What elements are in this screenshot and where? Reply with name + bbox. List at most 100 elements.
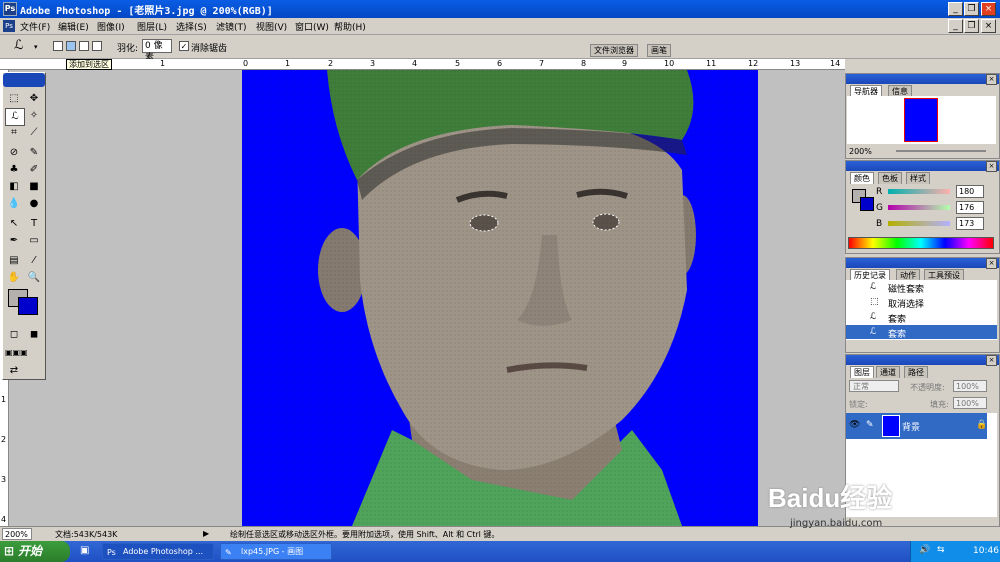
history-item[interactable]: ⬚ 取消选择	[846, 295, 997, 310]
ruler-tick: 2	[1, 435, 7, 444]
minimize-button[interactable]: _	[948, 2, 963, 16]
menu-view[interactable]: 视图(V)	[256, 20, 287, 33]
blur-icon[interactable]: 💧	[5, 196, 23, 212]
tab-file-browser[interactable]: 文件浏览器	[590, 44, 638, 57]
blend-mode-select[interactable]: 正常	[849, 380, 899, 392]
tab-swatches[interactable]: 色板	[878, 172, 902, 184]
menu-layer[interactable]: 图层(L)	[137, 20, 167, 33]
opacity-input[interactable]: 100%	[953, 380, 987, 392]
close-icon[interactable]: ×	[986, 355, 997, 366]
chevron-down-icon[interactable]: ▾	[34, 43, 38, 51]
blue-slider[interactable]	[888, 221, 950, 226]
green-slider[interactable]	[888, 205, 950, 210]
subtract-selection-icon[interactable]	[79, 41, 89, 51]
doc-restore-button[interactable]: ❐	[964, 19, 979, 33]
add-selection-icon[interactable]	[66, 41, 76, 51]
zoom-input[interactable]: 200%	[2, 528, 32, 540]
ruler-tick: 4	[412, 59, 418, 68]
slice-icon[interactable]: ⟋	[25, 125, 43, 141]
clone-stamp-icon[interactable]: ♣	[5, 162, 23, 178]
healing-brush-icon[interactable]: ⊘	[5, 145, 23, 161]
antialias-checkbox[interactable]: ✓	[179, 41, 189, 51]
green-label: G	[876, 203, 883, 213]
bg-color-preview[interactable]	[860, 197, 874, 211]
eraser-icon[interactable]: ◧	[5, 179, 23, 195]
layer-row[interactable]: 👁 ✎ 背景 🔒	[846, 413, 987, 439]
red-slider[interactable]	[888, 189, 950, 194]
dodge-icon[interactable]: ●	[25, 196, 43, 212]
tab-styles[interactable]: 样式	[906, 172, 930, 184]
history-brush-icon[interactable]: ✐	[25, 162, 43, 178]
hand-icon[interactable]: ✋	[5, 270, 23, 286]
maximize-button[interactable]: ❐	[964, 2, 979, 16]
fill-input[interactable]: 100%	[953, 397, 987, 409]
menu-arrow-icon[interactable]: ▶	[203, 529, 209, 538]
zoom-slider[interactable]	[896, 150, 986, 152]
standard-mode-icon[interactable]: ◻	[5, 327, 23, 343]
history-item[interactable]: ℒ 磁性套索	[846, 280, 997, 295]
menu-edit[interactable]: 编辑(E)	[58, 20, 89, 33]
screen-mode-icon[interactable]: ▣▣▣	[5, 345, 28, 361]
brush-icon[interactable]: ✎	[25, 145, 43, 161]
eyedropper-icon[interactable]: ⁄	[25, 253, 43, 269]
tab-color[interactable]: 颜色	[850, 172, 874, 184]
doc-minimize-button[interactable]: _	[948, 19, 963, 33]
intersect-selection-icon[interactable]	[92, 41, 102, 51]
document-icon[interactable]: Ps	[3, 20, 15, 32]
move-icon[interactable]: ✥	[25, 91, 43, 107]
new-selection-icon[interactable]	[53, 41, 63, 51]
feather-input[interactable]: 0 像素	[142, 39, 172, 63]
red-label: R	[876, 187, 883, 197]
document-canvas[interactable]	[242, 70, 758, 526]
lasso-icon[interactable]: ℒ	[14, 38, 23, 53]
menu-select[interactable]: 选择(S)	[176, 20, 207, 33]
clock[interactable]: 10:46	[973, 546, 999, 556]
navigator-thumbnail[interactable]	[904, 98, 938, 142]
background-color-swatch[interactable]	[18, 297, 38, 315]
menu-filter[interactable]: 滤镜(T)	[216, 20, 247, 33]
navigator-zoom[interactable]: 200%	[849, 147, 872, 156]
shape-icon[interactable]: ▭	[25, 233, 43, 249]
tab-layers[interactable]: 图层	[850, 366, 874, 378]
show-desktop-icon[interactable]: ▣	[80, 545, 89, 556]
menu-window[interactable]: 窗口(W)	[295, 20, 329, 33]
close-icon[interactable]: ×	[986, 74, 997, 85]
close-icon[interactable]: ×	[986, 161, 997, 172]
start-button[interactable]: ⊞ 开始	[0, 541, 70, 562]
color-ramp[interactable]	[848, 237, 994, 249]
network-icon[interactable]: ⇆	[937, 545, 945, 555]
notes-icon[interactable]: ▤	[5, 253, 23, 269]
marquee-icon[interactable]: ⬚	[5, 91, 23, 107]
imageready-icon[interactable]: ⇄	[5, 363, 23, 379]
taskbar-item-photoshop[interactable]: Ps Adobe Photoshop ...	[102, 543, 214, 560]
green-input[interactable]: 176	[956, 201, 984, 214]
taskbar-item-paint[interactable]: ✎ lxp45.JPG - 画图	[220, 543, 332, 560]
tab-brushes[interactable]: 画笔	[647, 44, 671, 57]
eye-icon[interactable]: 👁	[849, 420, 860, 430]
history-item[interactable]: ℒ 套索	[846, 310, 997, 325]
menu-image[interactable]: 图像(I)	[97, 20, 125, 33]
history-item-selected[interactable]: ℒ 套索	[846, 325, 997, 340]
layer-name[interactable]: 背景	[902, 420, 920, 433]
doc-close-button[interactable]: ×	[981, 19, 996, 33]
ruler-top: 1 0 1 2 3 4 5 6 7 8 9 10 11 12 13 14	[0, 59, 845, 70]
zoom-icon[interactable]: 🔍	[25, 270, 43, 286]
quickmask-mode-icon[interactable]: ◼	[25, 327, 43, 343]
tab-channels[interactable]: 通道	[876, 366, 900, 378]
path-select-icon[interactable]: ↖	[5, 216, 23, 232]
type-icon[interactable]: T	[25, 216, 43, 232]
menu-file[interactable]: 文件(F)	[20, 20, 50, 33]
magic-wand-icon[interactable]: ✧	[25, 108, 43, 124]
pen-icon[interactable]: ✒	[5, 233, 23, 249]
blue-input[interactable]: 173	[956, 217, 984, 230]
lasso-tool-icon[interactable]: ℒ	[5, 108, 25, 126]
menu-help[interactable]: 帮助(H)	[334, 20, 366, 33]
tab-paths[interactable]: 路径	[904, 366, 928, 378]
close-icon[interactable]: ×	[986, 258, 997, 269]
gradient-icon[interactable]: ■	[25, 179, 43, 195]
crop-icon[interactable]: ⌗	[5, 125, 23, 141]
red-input[interactable]: 180	[956, 185, 984, 198]
volume-icon[interactable]: 🔊	[919, 545, 930, 555]
close-button[interactable]: ×	[981, 2, 996, 16]
brush-link-icon[interactable]: ✎	[866, 420, 874, 430]
